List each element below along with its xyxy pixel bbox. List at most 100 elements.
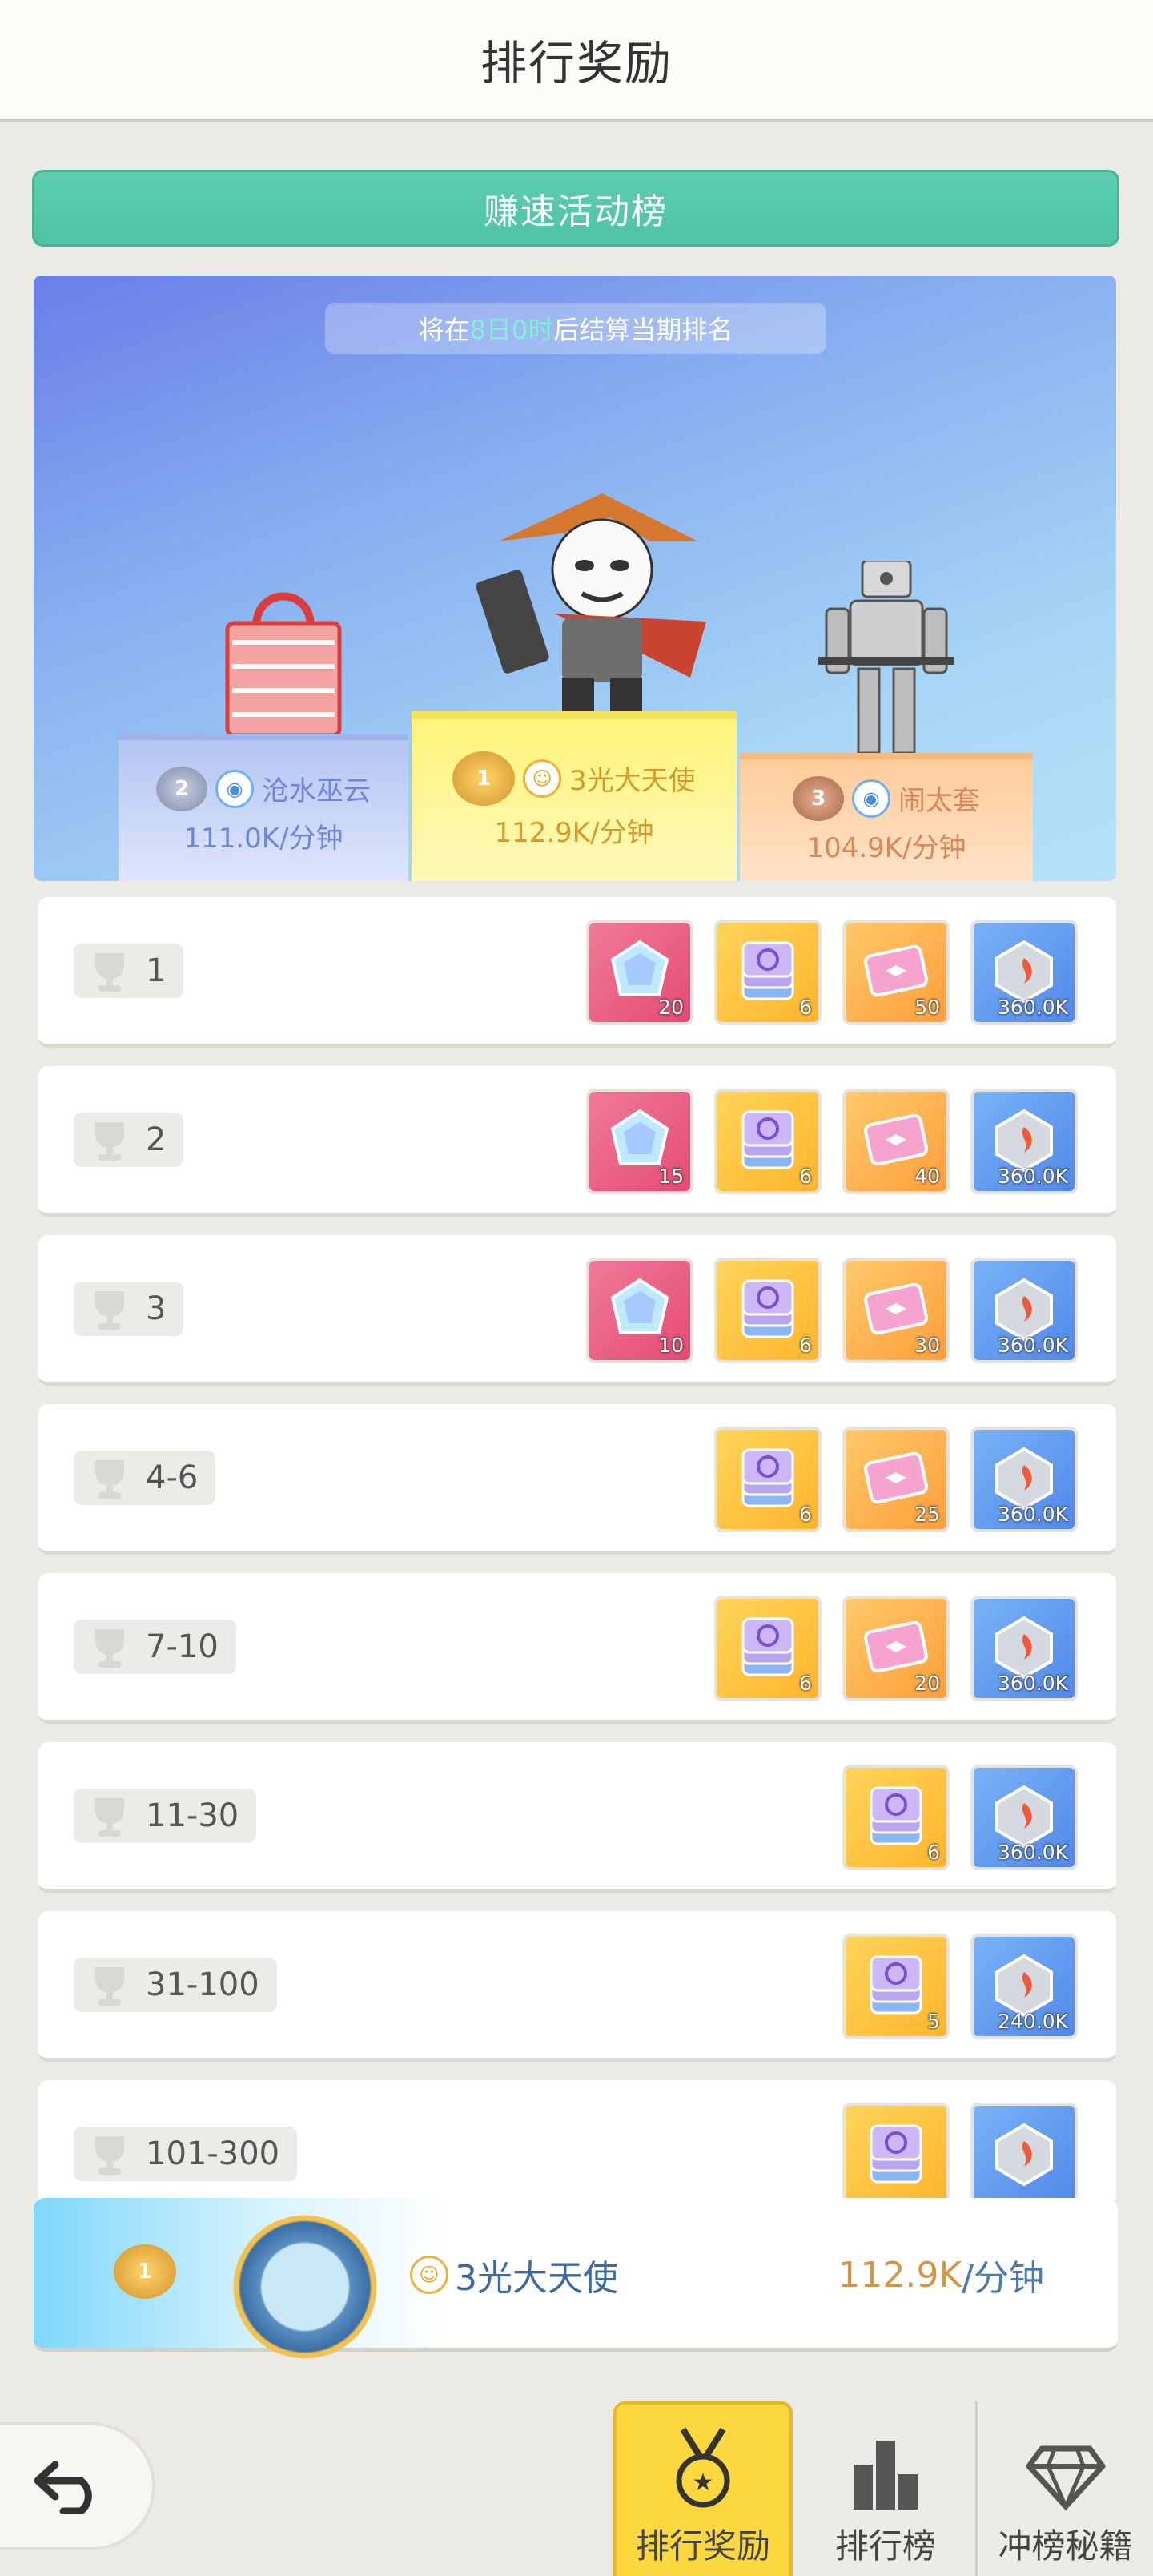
player-score: 104.9K/分钟 — [806, 831, 966, 864]
reward-item-gem[interactable]: 10 — [586, 1258, 693, 1363]
reward-quantity: 360.0K — [998, 1503, 1068, 1526]
reward-item-gem[interactable]: 15 — [586, 1089, 693, 1194]
podium-third-place[interactable]: 3 ◉ 闹太套 104.9K/分钟 — [740, 753, 1033, 881]
reward-item-crystal[interactable]: 360.0K — [970, 1427, 1078, 1532]
player-badge-icon: ☺ — [410, 2256, 448, 2294]
reward-items: 20 6 50 360.0K — [586, 920, 1078, 1025]
reward-quantity: 6 — [799, 1334, 812, 1357]
rank-range-label: 4-6 — [146, 1459, 199, 1496]
reward-items: 6 360.0K — [842, 1765, 1078, 1870]
silver-medal-icon: 2 — [156, 766, 207, 811]
tab-ranking-tips[interactable]: 冲榜秘籍 — [975, 2401, 1153, 2576]
reward-item-ticket[interactable]: 30 — [842, 1258, 950, 1363]
activity-rank-banner[interactable]: 赚速活动榜 — [32, 170, 1119, 247]
reward-item-crystal[interactable]: 360.0K — [970, 920, 1078, 1025]
reward-quantity: 20 — [658, 996, 684, 1019]
reward-item-card-pack[interactable]: 6 — [714, 920, 822, 1025]
reward-item-crystal[interactable]: 360.0K — [970, 1596, 1078, 1701]
rank-range-label: 2 — [146, 1121, 167, 1158]
reward-item-ticket[interactable]: 20 — [842, 1596, 950, 1701]
player-score: 111.0K/分钟 — [183, 822, 343, 855]
reward-items: 5 240.0K — [842, 1934, 1078, 2039]
reward-item-card-pack[interactable]: 5 — [842, 1934, 950, 2039]
podium-second-place[interactable]: 2 ◉ 沧水巫云 111.0K/分钟 — [119, 734, 408, 881]
reward-list[interactable]: 1 20 6 50 360.0K 2 15 6 40 360.0K 3 10 6 30 360.0K 4-6 6… — [0, 889, 1153, 2200]
reward-quantity: 360.0K — [998, 1165, 1068, 1188]
page-title: 排行奖励 — [480, 36, 673, 91]
tab-rank-rewards[interactable]: ★ 排行奖励 — [613, 2401, 793, 2576]
svg-text:★: ★ — [693, 2469, 714, 2497]
my-score-value: 112.9K — [838, 2254, 962, 2296]
card-pack-icon — [860, 1780, 932, 1855]
reward-row: 7-10 6 20 360.0K — [38, 1573, 1116, 1724]
reward-quantity: 5 — [927, 2010, 940, 2033]
tab-leaderboard[interactable]: 排行榜 — [796, 2401, 975, 2576]
reward-quantity: 25 — [914, 1503, 940, 1526]
reward-item-ticket[interactable]: 25 — [842, 1427, 950, 1532]
rank-range-label: 3 — [146, 1290, 167, 1327]
player-name: 3光大天使 — [569, 765, 696, 797]
trophy-icon — [74, 1620, 146, 1674]
rank-range-label: 101-300 — [146, 2135, 280, 2172]
meme-character-figure — [476, 493, 706, 718]
my-avatar[interactable] — [229, 2211, 381, 2363]
gold-medal-icon: 1 — [452, 751, 516, 806]
rank-range-label: 7-10 — [146, 1628, 219, 1665]
reward-item-ticket[interactable]: 40 — [842, 1089, 950, 1194]
rank-range-pill: 101-300 — [74, 2127, 298, 2181]
reward-item-card-pack[interactable] — [842, 2103, 950, 2200]
trophy-icon — [74, 1113, 146, 1167]
podium-first-place[interactable]: 1 ☺ 3光大天使 112.9K/分钟 — [412, 711, 737, 881]
my-score-unit: /分钟 — [962, 2258, 1044, 2299]
rank-range-label: 1 — [146, 952, 167, 989]
reward-item-crystal[interactable]: 360.0K — [970, 1089, 1078, 1194]
reward-quantity: 360.0K — [998, 1672, 1068, 1695]
reward-quantity: 6 — [927, 1841, 940, 1864]
player-avatar-icon: ◉ — [852, 779, 890, 818]
my-player-name: 3光大天使 — [455, 2258, 618, 2299]
bar-chart-icon — [854, 2441, 918, 2510]
reward-item-crystal[interactable]: 240.0K — [970, 1934, 1078, 2039]
card-pack-icon — [860, 2118, 932, 2193]
card-pack-icon — [732, 1104, 804, 1179]
reward-quantity: 50 — [914, 996, 940, 1019]
rank-range-pill: 4-6 — [74, 1451, 216, 1505]
reward-item-card-pack[interactable]: 6 — [842, 1765, 950, 1870]
reward-item-card-pack[interactable]: 6 — [714, 1596, 822, 1701]
rank-range-label: 11-30 — [146, 1797, 239, 1834]
reward-quantity: 15 — [658, 1165, 684, 1188]
trophy-icon — [74, 1789, 146, 1843]
card-pack-icon — [732, 935, 804, 1010]
page-header: 排行奖励 — [0, 0, 1153, 122]
trophy-icon — [74, 1958, 146, 2012]
card-pack-icon — [732, 1611, 804, 1686]
trophy-icon — [74, 1451, 146, 1505]
reward-item-crystal[interactable]: 360.0K — [970, 1765, 1078, 1870]
reward-item-crystal[interactable]: 360.0K — [970, 1258, 1078, 1363]
countdown-prefix: 将在 — [418, 315, 470, 345]
reward-items — [842, 2103, 1078, 2200]
my-rank-bar: 1 ☺ 3光大天使 112.9K/分钟 — [34, 2198, 1118, 2363]
reward-item-gem[interactable]: 20 — [586, 920, 693, 1025]
rank-range-pill: 31-100 — [74, 1958, 277, 2012]
back-button[interactable] — [0, 2422, 155, 2550]
reward-item-crystal[interactable] — [970, 2103, 1078, 2200]
trophy-icon — [74, 2127, 146, 2181]
reward-quantity: 6 — [799, 1503, 812, 1526]
player-avatar-icon: ☺ — [523, 759, 562, 798]
settlement-countdown: 将在 8日0时 后结算当期排名 — [325, 303, 826, 354]
rank-range-pill: 3 — [74, 1282, 184, 1336]
reward-item-card-pack[interactable]: 6 — [714, 1258, 822, 1363]
rank-range-pill: 7-10 — [74, 1620, 236, 1674]
reward-item-ticket[interactable]: 50 — [842, 920, 950, 1025]
reward-item-card-pack[interactable]: 6 — [714, 1427, 822, 1532]
reward-row: 101-300 — [38, 2080, 1116, 2200]
trophy-icon — [74, 944, 146, 998]
card-pack-icon — [732, 1442, 804, 1517]
countdown-suffix: 后结算当期排名 — [553, 315, 733, 345]
reward-item-card-pack[interactable]: 6 — [714, 1089, 822, 1194]
reward-quantity: 360.0K — [998, 996, 1068, 1019]
medal-icon: ★ — [676, 2427, 730, 2508]
tab-label: 冲榜秘籍 — [998, 2526, 1133, 2566]
reward-items: 15 6 40 360.0K — [586, 1089, 1078, 1194]
